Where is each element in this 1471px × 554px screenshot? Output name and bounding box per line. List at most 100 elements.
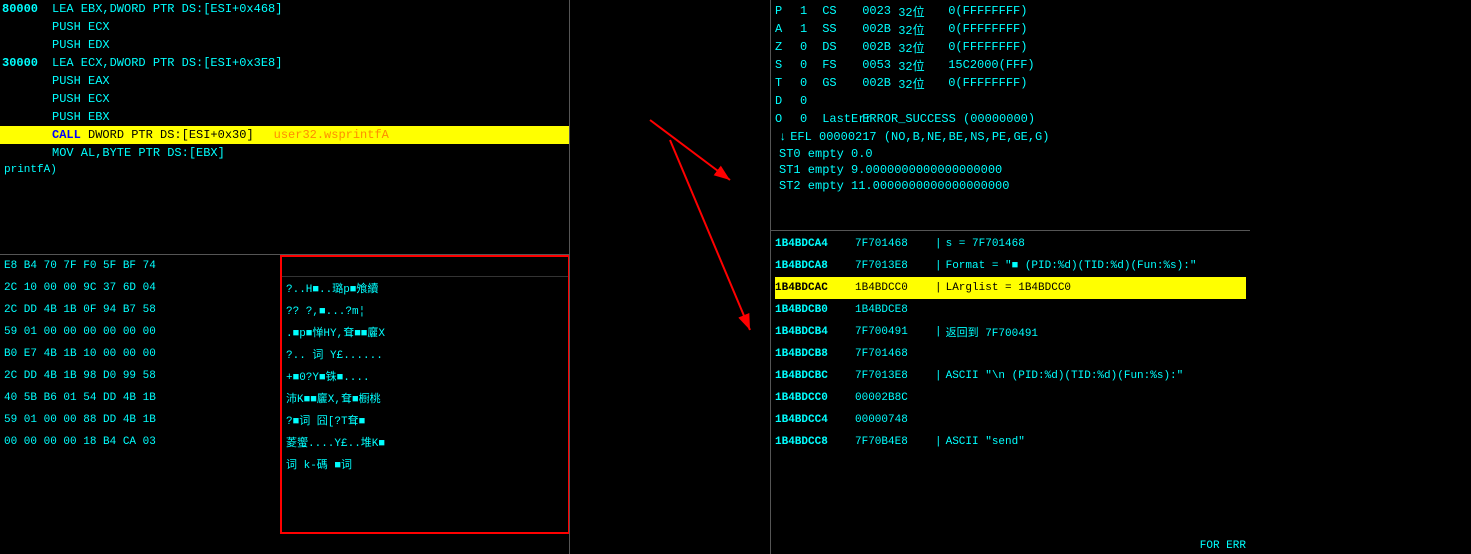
stack-addr: 1B4BDCB0 [775, 304, 855, 316]
disasm-area: 80000LEA EBX,DWORD PTR DS:[ESI+0x468] PUS… [0, 0, 569, 230]
stack-row[interactable]: 1B4BDCC87F70B4E8|ASCII "send" [775, 431, 1246, 453]
stack-addr: 1B4BDCC8 [775, 436, 855, 448]
stack-sep: | [935, 260, 942, 272]
ascii-row: 词 k-碼 ■词 [286, 455, 564, 477]
disasm-row[interactable]: MOV AL,BYTE PTR DS:[EBX] [0, 144, 569, 162]
hex-row: 00 00 00 00 18 B4 CA 03 [0, 431, 280, 453]
ascii-row: .■p■惮HY,耷■■廲X [286, 323, 564, 345]
disasm-instr: PUSH EAX [52, 74, 110, 88]
reg-seg: GS [815, 76, 855, 90]
reg-row: T 0 GS 002B 32位 0(FFFFFFFF) [775, 74, 1246, 92]
stack-panel: 1B4BDCA47F701468|s = 7F7014681B4BDCA87F7… [771, 230, 1250, 554]
reg-flag: D [775, 94, 800, 108]
reg-flag: P [775, 4, 800, 18]
reg-seg2: 002B [855, 40, 891, 54]
stack-comment: ASCII "send" [946, 436, 1246, 448]
ascii-row: ?■词 囧[?T耷■ [286, 411, 564, 433]
reg-bits: 32位 [891, 57, 941, 74]
stack-comment: 返回到 7F700491 [946, 324, 1246, 340]
stack-comment: s = 7F701468 [946, 238, 1246, 250]
hex-panel: E8 B4 70 7F F0 5F BF 742C 10 00 00 9C 37… [0, 254, 570, 554]
disasm-instr: CALL DWORD PTR DS:[ESI+0x30] [52, 128, 254, 142]
disasm-row[interactable]: PUSH EDX [0, 36, 569, 54]
reg-flag: T [775, 76, 800, 90]
st-row: ST0 empty 0.0 [775, 146, 1246, 162]
stack-row[interactable]: 1B4BDCC400000748 [775, 409, 1246, 431]
reg-bits: 32位 [891, 75, 941, 92]
arrow-svg [570, 0, 770, 554]
disasm-row[interactable]: 30000LEA ECX,DWORD PTR DS:[ESI+0x3E8] [0, 54, 569, 72]
disasm-instr: PUSH EBX [52, 110, 110, 124]
stack-addr: 1B4BDCA8 [775, 260, 855, 272]
hex-row: B0 E7 4B 1B 10 00 00 00 [0, 343, 280, 365]
stack-val: 1B4BDCC0 [855, 282, 935, 294]
stack-addr: 1B4BDCB8 [775, 348, 855, 360]
stack-row[interactable]: 1B4BDCAC1B4BDCC0|LArglist = 1B4BDCC0 [775, 277, 1246, 299]
bottom-bar: FOR ERR [1196, 538, 1250, 554]
stack-val: 7F701468 [855, 238, 935, 250]
stack-row[interactable]: 1B4BDCA87F7013E8| Format = "■ (PID:%d)(TI… [775, 255, 1246, 277]
reg-seg2: ERROR_SUCCESS [855, 112, 956, 126]
disasm-row[interactable]: PUSH EAX [0, 72, 569, 90]
efl-row: ↓ EFL 00000217 (NO,B,NE,BE,NS,PE,GE,G) [775, 128, 1246, 146]
stack-row[interactable]: 1B4BDCB87F701468 [775, 343, 1246, 365]
stack-addr: 1B4BDCBC [775, 370, 855, 382]
stack-sep: | [935, 326, 942, 338]
stack-addr: 1B4BDCC4 [775, 414, 855, 426]
efl-text: EFL 00000217 (NO,B,NE,BE,NS,PE,GE,G) [790, 130, 1049, 144]
reg-data: 0(FFFFFFFF) [941, 4, 1027, 18]
disasm-row[interactable]: PUSH EBX [0, 108, 569, 126]
stack-row[interactable]: 1B4BDCB01B4BDCE8 [775, 299, 1246, 321]
stack-sep: | [935, 436, 942, 448]
stack-val: 00002B8C [855, 392, 935, 404]
disasm-row[interactable]: PUSH ECX [0, 18, 569, 36]
stack-val: 7F700491 [855, 326, 935, 338]
stack-sep: | [935, 370, 942, 382]
reg-row: S 0 FS 0053 32位 15C2000(FFF) [775, 56, 1246, 74]
stack-addr: 1B4BDCB4 [775, 326, 855, 338]
stack-comment: ASCII "\n (PID:%d)(TID:%d)(Fun:%s):" [946, 370, 1246, 382]
right-panel: P 1 CS 0023 32位 0(FFFFFFFF)A 1 SS 002B 3… [770, 0, 1250, 554]
ascii-row: ?.. 词 Y£...... [286, 345, 564, 367]
reg-seg: LastErr [815, 112, 855, 126]
reg-val: 1 [800, 4, 815, 18]
disasm-comment: user32.wsprintfA [274, 128, 389, 142]
reg-val: 0 [800, 112, 815, 126]
stack-addr: 1B4BDCA4 [775, 238, 855, 250]
disasm-addr: 80000 [2, 2, 52, 16]
stack-val: 7F701468 [855, 348, 935, 360]
stack-val: 7F7013E8 [855, 260, 935, 272]
stack-row[interactable]: 1B4BDCBC7F7013E8|ASCII "\n (PID:%d)(TID:… [775, 365, 1246, 387]
hex-row: 2C DD 4B 1B 98 D0 99 58 [0, 365, 280, 387]
reg-row: A 1 SS 002B 32位 0(FFFFFFFF) [775, 20, 1246, 38]
disasm-row[interactable]: PUSH ECX [0, 90, 569, 108]
call-keyword: CALL [52, 128, 81, 142]
ascii-row: ?..H■..璐p■飧續 [286, 279, 564, 301]
reg-data: 0(FFFFFFFF) [941, 40, 1027, 54]
reg-row: Z 0 DS 002B 32位 0(FFFFFFFF) [775, 38, 1246, 56]
reg-seg: FS [815, 58, 855, 72]
hex-section: E8 B4 70 7F F0 5F BF 742C 10 00 00 9C 37… [0, 255, 570, 534]
reg-val: 0 [800, 40, 815, 54]
stack-row[interactable]: 1B4BDCC000002B8C [775, 387, 1246, 409]
reg-seg2: 002B [855, 76, 891, 90]
stack-row[interactable]: 1B4BDCB47F700491| 返回到 7F700491 [775, 321, 1246, 343]
reg-seg2: 0023 [855, 4, 891, 18]
ascii-row: 沛K■■廲X,耷■橱桃 [286, 389, 564, 411]
disasm-row[interactable]: 80000LEA EBX,DWORD PTR DS:[ESI+0x468] [0, 0, 569, 18]
stack-row[interactable]: 1B4BDCA47F701468|s = 7F701468 [775, 233, 1246, 255]
stack-addr: 1B4BDCAC [775, 282, 855, 294]
scroll-arrow[interactable]: ↓ [779, 130, 786, 144]
left-panel: 80000LEA EBX,DWORD PTR DS:[ESI+0x468] PUS… [0, 0, 570, 554]
disasm-addr: 30000 [2, 56, 52, 70]
hex-row: 2C DD 4B 1B 0F 94 B7 58 [0, 299, 280, 321]
hex-row: 40 5B B6 01 54 DD 4B 1B [0, 387, 280, 409]
reg-bits: 32位 [891, 39, 941, 56]
disasm-instr: PUSH ECX [52, 20, 110, 34]
stack-comment: Format = "■ (PID:%d)(TID:%d)(Fun:%s):" [946, 260, 1246, 272]
reg-row: D 0 [775, 92, 1246, 110]
reg-val: 0 [800, 76, 815, 90]
hex-bytes-col: E8 B4 70 7F F0 5F BF 742C 10 00 00 9C 37… [0, 255, 280, 534]
stack-val: 1B4BDCE8 [855, 304, 935, 316]
disasm-row[interactable]: CALL DWORD PTR DS:[ESI+0x30] user32.wspri… [0, 126, 569, 144]
